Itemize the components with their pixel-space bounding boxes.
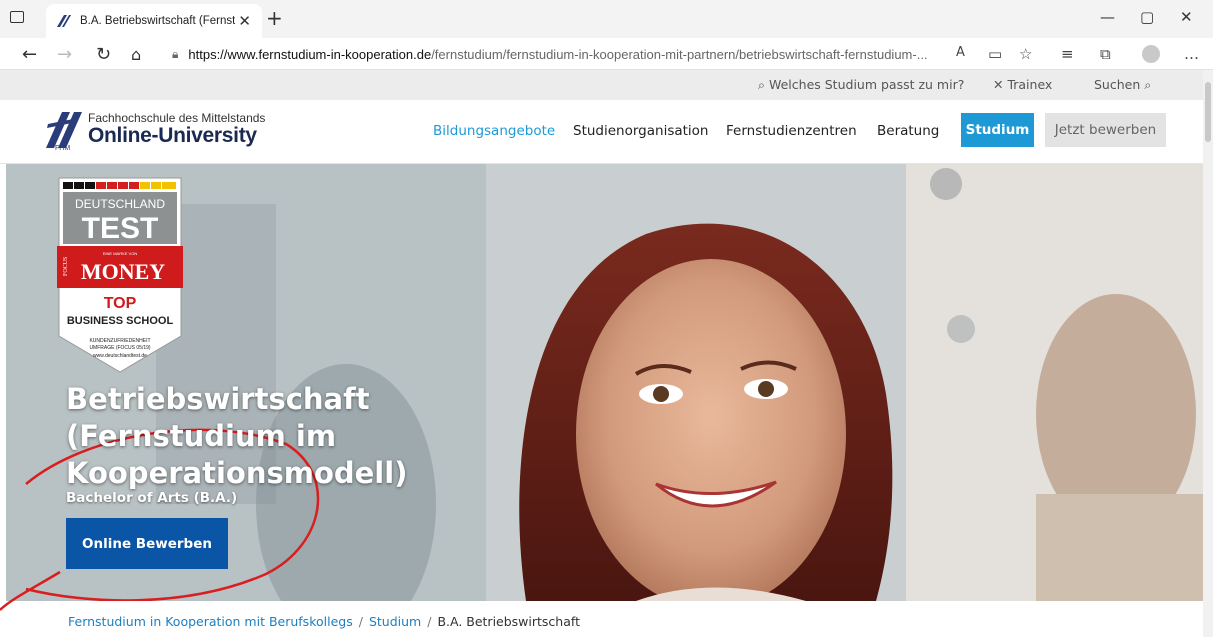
badge-small3: www.deutschlandtest.de	[93, 353, 147, 359]
immersive-reader-icon[interactable]: ▭	[988, 45, 1002, 63]
badge-top: TOP	[104, 295, 137, 312]
minimize-icon[interactable]: —	[1100, 8, 1115, 26]
hero-title: Betriebswirtschaft (Fernstudium im Koope…	[66, 381, 466, 492]
studium-button[interactable]: Studium	[961, 113, 1034, 147]
breadcrumb-current: B.A. Betriebswirtschaft	[437, 614, 580, 629]
tab-close-icon[interactable]: ✕	[235, 12, 254, 30]
search-icon: ⌕	[1140, 77, 1152, 92]
breadcrumb-link-kooperation[interactable]: Fernstudium in Kooperation mit Berufskol…	[68, 614, 353, 629]
restore-icon[interactable]: ▢	[1140, 8, 1154, 26]
nav-fernstudienzentren[interactable]: Fernstudienzentren	[726, 123, 857, 139]
window-close-icon[interactable]: ✕	[1180, 8, 1193, 26]
lock-icon[interactable]: 🔒︎	[172, 47, 178, 62]
breadcrumb-separator: /	[427, 614, 432, 629]
sidebar-icon[interactable]	[10, 11, 24, 23]
utility-bar: ⌕ Welches Studium passt zu mir? ✕ Traine…	[0, 70, 1213, 100]
url-path: /fernstudium/fernstudium-in-kooperation-…	[431, 46, 928, 62]
hero-title-line3: Kooperationsmodell)	[66, 456, 408, 490]
jetzt-bewerben-button[interactable]: Jetzt bewerben	[1045, 113, 1166, 147]
nav-studienorganisation[interactable]: Studienorganisation	[573, 123, 709, 139]
logo-title[interactable]: Online-University	[88, 124, 257, 148]
back-icon[interactable]: ←	[22, 44, 37, 65]
logo-subtitle: Fachhochschule des Mittelstands	[88, 111, 266, 125]
badge-brand-focus: FOCUS	[63, 257, 69, 276]
study-finder-link[interactable]: ⌕ Welches Studium passt zu mir?	[758, 77, 964, 93]
hero-title-line2: (Fernstudium im	[66, 419, 337, 453]
zoom-search-icon: ⌕	[758, 77, 769, 92]
site-header: FHM Fachhochschule des Mittelstands Onli…	[0, 100, 1203, 164]
favorites-icon[interactable]: ≡	[1061, 45, 1074, 63]
home-icon[interactable]: ⌂	[131, 45, 141, 64]
badge-line1: DEUTSCHLAND	[75, 197, 165, 211]
page-scrollbar[interactable]	[1203, 70, 1213, 637]
tab-title: B.A. Betriebswirtschaft (Fernstudi	[80, 15, 236, 27]
forward-icon[interactable]: →	[57, 44, 72, 65]
browser-tab-bar: B.A. Betriebswirtschaft (Fernstudi ✕ + —…	[0, 0, 1213, 38]
badge-small1: KUNDENZUFRIEDENHEIT	[89, 338, 150, 344]
collections-icon[interactable]: ⧉	[1100, 45, 1111, 63]
url-field[interactable]: 🔒︎ https://www.fernstudium-in-kooperatio…	[172, 41, 1012, 67]
badge-small2: UMFRAGE (FOCUS 05/19)	[89, 345, 150, 351]
deutschland-test-badge: DEUTSCHLAND TEST EINE MARKE VON FOCUS MO…	[57, 177, 183, 373]
badge-brand: MONEY	[81, 259, 165, 284]
favorite-add-icon[interactable]: ☆	[1019, 45, 1032, 63]
nav-beratung[interactable]: Beratung	[877, 123, 939, 139]
favicon	[57, 15, 71, 27]
logo-mark: FHM	[55, 145, 70, 152]
scrollbar-thumb[interactable]	[1205, 82, 1211, 142]
address-bar-row: ← → ↻ ⌂ 🔒︎ https://www.fernstudium-in-ko…	[0, 38, 1213, 70]
breadcrumb-link-studium[interactable]: Studium	[369, 614, 421, 629]
badge-business: BUSINESS SCHOOL	[67, 315, 174, 327]
search-link[interactable]: Suchen ⌕	[1094, 77, 1151, 93]
browser-tab[interactable]: B.A. Betriebswirtschaft (Fernstudi ✕	[46, 4, 262, 38]
hero-title-line1: Betriebswirtschaft	[66, 382, 370, 416]
read-aloud-icon[interactable]: A	[956, 45, 965, 60]
trainex-link[interactable]: ✕ Trainex	[993, 77, 1052, 92]
profile-icon[interactable]	[1142, 45, 1160, 63]
badge-line2: TEST	[82, 212, 159, 245]
new-tab-button[interactable]: +	[266, 6, 283, 30]
breadcrumb-separator: /	[358, 614, 363, 629]
trainex-icon: ✕	[993, 77, 1008, 92]
more-icon[interactable]: …	[1184, 45, 1199, 63]
url-host: https://www.fernstudium-in-kooperation.d…	[188, 46, 432, 62]
fhm-logo-icon[interactable]: FHM	[42, 108, 84, 152]
nav-bildungsangebote[interactable]: Bildungsangebote	[433, 123, 555, 139]
reload-icon[interactable]: ↻	[96, 44, 111, 65]
badge-brand-small: EINE MARKE VON	[103, 251, 138, 256]
hero-subtitle: Bachelor of Arts (B.A.)	[66, 490, 238, 506]
breadcrumb: Fernstudium in Kooperation mit Berufskol…	[68, 614, 580, 629]
